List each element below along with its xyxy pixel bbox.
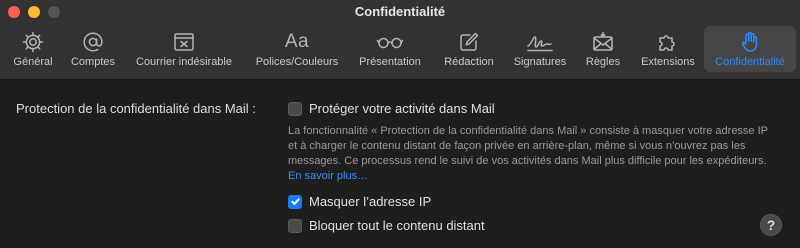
tab-label: Général xyxy=(13,56,53,68)
tab-polices-couleurs[interactable]: Aa Polices/Couleurs xyxy=(246,26,348,72)
tab-label: Comptes xyxy=(70,56,116,68)
tab-courrier-indesirable[interactable]: Courrier indésirable xyxy=(126,26,242,72)
rules-envelope-icon xyxy=(591,29,615,55)
privacy-pane: Protection de la confidentialité dans Ma… xyxy=(0,81,800,248)
tab-label: Confidentialité xyxy=(715,56,785,68)
learn-more-link[interactable]: En savoir plus… xyxy=(288,170,368,182)
tab-label: Règles xyxy=(585,56,621,68)
tab-label: Courrier indésirable xyxy=(136,56,232,68)
tab-label: Polices/Couleurs xyxy=(255,56,339,68)
tab-label: Rédaction xyxy=(444,56,494,68)
hide-ip-label: Masquer l’adresse IP xyxy=(309,194,432,209)
font-aa-icon: Aa xyxy=(284,31,310,52)
tab-label: Signatures xyxy=(513,56,567,68)
protect-activity-option[interactable]: Protéger votre activité dans Mail xyxy=(288,101,495,116)
tab-general[interactable]: Général xyxy=(4,26,62,72)
tab-comptes[interactable]: Comptes xyxy=(64,26,122,72)
tab-signatures[interactable]: Signatures xyxy=(506,26,574,72)
at-sign-icon xyxy=(81,29,105,55)
hide-ip-checkbox[interactable] xyxy=(288,194,302,209)
privacy-section-label: Protection de la confidentialité dans Ma… xyxy=(16,101,256,116)
window-title: Confidentialité xyxy=(354,4,446,19)
description-text: La fonctionnalité « Protection de la con… xyxy=(288,125,768,167)
titlebar: Confidentialité Général Comptes Courrier… xyxy=(0,0,800,80)
signature-icon xyxy=(526,29,554,55)
protect-activity-label: Protéger votre activité dans Mail xyxy=(309,101,495,116)
tab-label: Présentation xyxy=(359,56,421,68)
puzzle-icon xyxy=(656,29,680,55)
tab-label: Extensions xyxy=(641,56,695,68)
help-button[interactable]: ? xyxy=(760,214,782,236)
block-remote-label: Bloquer tout le contenu distant xyxy=(309,218,485,233)
block-remote-option[interactable]: Bloquer tout le contenu distant xyxy=(288,218,485,233)
tab-presentation[interactable]: Présentation xyxy=(350,26,430,72)
privacy-description: La fonctionnalité « Protection de la con… xyxy=(288,124,778,184)
preferences-window: Confidentialité Général Comptes Courrier… xyxy=(0,0,800,248)
junk-tray-icon xyxy=(172,29,196,55)
gear-icon xyxy=(21,29,45,55)
tab-redaction[interactable]: Rédaction xyxy=(434,26,504,72)
tab-confidentialite[interactable]: Confidentialité xyxy=(704,26,796,72)
hand-icon xyxy=(738,29,762,55)
hide-ip-option[interactable]: Masquer l’adresse IP xyxy=(288,194,431,209)
tab-extensions[interactable]: Extensions xyxy=(632,26,704,72)
protect-activity-checkbox[interactable] xyxy=(288,101,302,116)
checkmark-icon xyxy=(290,198,300,205)
tab-regles[interactable]: Règles xyxy=(576,26,630,72)
glasses-icon xyxy=(375,29,405,55)
compose-icon xyxy=(457,29,481,55)
block-remote-checkbox[interactable] xyxy=(288,218,302,233)
